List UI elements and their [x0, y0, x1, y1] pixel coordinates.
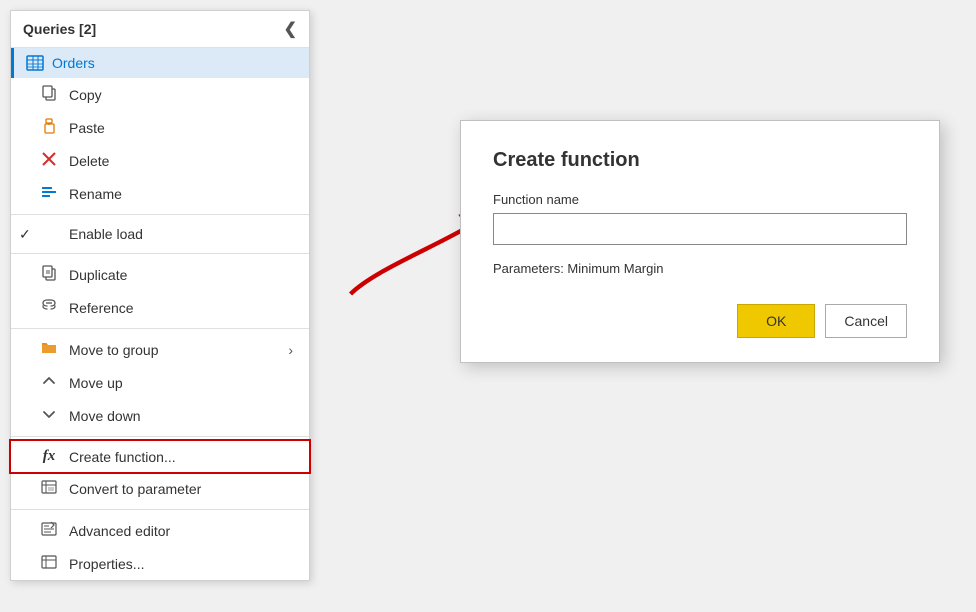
function-name-label: Function name [493, 192, 907, 207]
move-up-icon [39, 373, 59, 392]
menu-item-convert-param[interactable]: Convert to parameter [11, 472, 309, 505]
menu-item-duplicate[interactable]: Duplicate [11, 258, 309, 291]
advanced-editor-label: Advanced editor [69, 523, 170, 539]
move-to-group-label: Move to group [69, 342, 159, 358]
create-function-dialog: Create function Function name Parameters… [460, 120, 940, 363]
menu-item-move-down[interactable]: Move down [11, 399, 309, 432]
ok-button[interactable]: OK [737, 304, 815, 338]
selected-query-label: Orders [52, 55, 95, 71]
menu-item-reference[interactable]: Reference [11, 291, 309, 324]
menu-item-copy[interactable]: Copy [11, 78, 309, 111]
table-icon [26, 54, 44, 72]
context-menu: Queries [2] ❮ Orders Copy [10, 10, 310, 581]
dialog-title: Create function [493, 149, 907, 172]
duplicate-label: Duplicate [69, 267, 127, 283]
menu-item-enable-load[interactable]: ✓ Enable load [11, 219, 309, 249]
copy-icon [39, 85, 59, 104]
menu-item-create-function[interactable]: fx Create function... [11, 441, 309, 472]
cancel-button[interactable]: Cancel [825, 304, 907, 338]
create-function-label: Create function... [69, 449, 176, 465]
move-down-icon [39, 406, 59, 425]
menu-item-rename[interactable]: Rename [11, 177, 309, 210]
reference-label: Reference [69, 300, 134, 316]
convert-param-label: Convert to parameter [69, 481, 201, 497]
enable-load-label: Enable load [69, 226, 143, 242]
menu-item-properties[interactable]: Properties... [11, 547, 309, 580]
divider-2 [11, 253, 309, 254]
move-down-label: Move down [69, 408, 141, 424]
submenu-arrow: › [288, 342, 293, 358]
properties-label: Properties... [69, 556, 144, 572]
divider-3 [11, 328, 309, 329]
divider-5 [11, 509, 309, 510]
rename-label: Rename [69, 186, 122, 202]
panel-header: Queries [2] ❮ [11, 11, 309, 48]
convert-icon [39, 479, 59, 498]
divider-4 [11, 436, 309, 437]
divider-1 [11, 214, 309, 215]
reference-icon [39, 298, 59, 317]
delete-label: Delete [69, 153, 109, 169]
function-name-input[interactable] [493, 213, 907, 245]
copy-label: Copy [69, 87, 102, 103]
properties-icon [39, 554, 59, 573]
menu-item-advanced-editor[interactable]: Advanced editor [11, 514, 309, 547]
rename-icon [39, 184, 59, 203]
folder-icon [39, 340, 59, 359]
paste-label: Paste [69, 120, 105, 136]
paste-icon [39, 118, 59, 137]
params-label: Parameters: Minimum Margin [493, 261, 907, 276]
collapse-icon[interactable]: ❮ [284, 19, 297, 39]
menu-item-paste[interactable]: Paste [11, 111, 309, 144]
panel-title: Queries [2] [23, 21, 96, 37]
move-up-label: Move up [69, 375, 123, 391]
fx-icon: fx [39, 448, 59, 465]
delete-icon [39, 151, 59, 170]
dialog-buttons: OK Cancel [493, 304, 907, 338]
menu-item-delete[interactable]: Delete [11, 144, 309, 177]
duplicate-icon [39, 265, 59, 284]
adv-editor-icon [39, 521, 59, 540]
checkmark-icon: ✓ [19, 226, 31, 243]
menu-item-move-to-group[interactable]: Move to group › [11, 333, 309, 366]
menu-item-move-up[interactable]: Move up [11, 366, 309, 399]
selected-query-item[interactable]: Orders [11, 48, 309, 78]
